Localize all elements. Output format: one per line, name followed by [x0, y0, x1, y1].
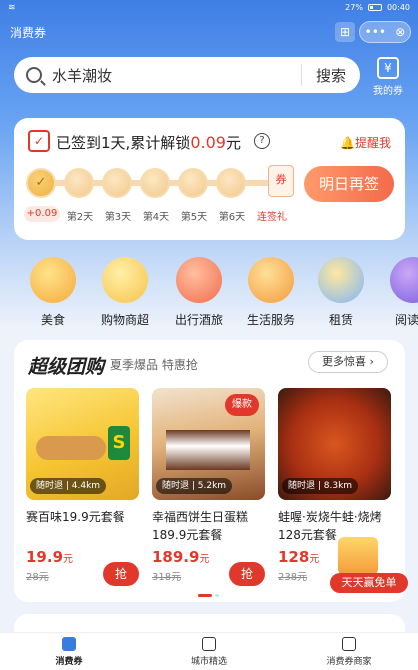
mini-program-capsule: ••• ⊗ [359, 21, 411, 43]
refund-distance-tag: 随时退 | 4.4km [30, 478, 107, 494]
cake-shape [166, 430, 250, 470]
tab-merchants[interactable]: 消费券商家 [304, 637, 394, 667]
day-3-coin [102, 168, 132, 198]
search-button[interactable]: 搜索 [302, 65, 360, 86]
battery-percent: 27% [345, 3, 363, 12]
streak-gift-icon: 券 [268, 165, 294, 197]
cup-logo: S [108, 426, 130, 460]
film-icon [390, 257, 418, 303]
noodle-bowl-icon [30, 257, 76, 303]
my-coupons-button[interactable]: ¥ 我的券 [364, 57, 412, 97]
coupon-tab-icon [62, 637, 76, 651]
tab-city-picks[interactable]: 城市精选 [164, 637, 254, 667]
grab-button[interactable]: 抢 [103, 562, 139, 586]
deal-name: 赛百味19.9元套餐 [26, 510, 125, 524]
group-buy-subtitle: 夏季爆品 特惠抢 [110, 358, 198, 372]
close-icon[interactable]: ⊗ [395, 25, 405, 39]
checkin-summary: 已签到1天,累计解锁0.09元 [56, 133, 241, 152]
group-buy-title: 超级团购 [28, 356, 105, 378]
bullfrog-dish-image: 随时退 | 8.3km [278, 388, 391, 500]
tab-coupons[interactable]: 消费券 [24, 637, 114, 667]
scan-icon[interactable]: ⊞ [335, 22, 355, 42]
category-food[interactable]: 美食 [18, 257, 88, 328]
search-input[interactable]: 水羊潮妆 [52, 65, 301, 86]
streak-gift-label: 连签礼 [257, 212, 287, 223]
category-reading[interactable]: 阅读娱 [378, 257, 418, 328]
grab-button[interactable]: 抢 [229, 562, 265, 586]
carousel-dots [198, 594, 219, 597]
search-bar[interactable]: 水羊潮妆 搜索 [14, 57, 360, 93]
day-label: 第3天 [104, 212, 132, 223]
more-icon[interactable]: ••• [365, 25, 386, 39]
day-4-coin [140, 168, 170, 198]
refund-distance-tag: 随时退 | 5.2km [156, 478, 233, 494]
battery-icon [367, 4, 382, 11]
today-reward: +0.09 [24, 206, 60, 222]
day-label: 第2天 [66, 212, 94, 223]
remind-me-button[interactable]: 🔔提醒我 [340, 134, 391, 151]
camera-icon [318, 257, 364, 303]
category-row: 美食 购物商超 出行酒旅 生活服务 租赁 阅读娱 [0, 257, 418, 332]
shopping-bag-icon [102, 257, 148, 303]
day-2-coin [64, 168, 94, 198]
day-5-coin [178, 168, 208, 198]
daily-free-order-label: 天天赢免单 [330, 573, 408, 593]
daily-free-order-button[interactable]: 天天赢免单 [330, 537, 408, 597]
car-icon [176, 257, 222, 303]
day-6-coin [216, 168, 246, 198]
app-title: 消费券 [10, 26, 47, 40]
day-1-coin [26, 168, 56, 198]
wifi-icon: ≋ [8, 3, 16, 13]
day-label: 第6天 [218, 212, 246, 223]
bottom-tab-bar: 消费券 城市精选 消费券商家 [0, 632, 418, 670]
my-coupons-label: 我的券 [373, 86, 403, 97]
checkin-tomorrow-button[interactable]: 明日再签 [304, 166, 394, 202]
gift-box-icon [338, 537, 378, 575]
deal-item[interactable]: 爆款 随时退 | 5.2km 幸福西饼生日蛋糕189.9元套餐 189.9元 3… [152, 388, 265, 586]
sandwich-image: S 随时退 | 4.4km [26, 388, 139, 500]
category-shopping[interactable]: 购物商超 [90, 257, 160, 328]
more-surprises-button[interactable]: 更多惊喜 › [308, 351, 388, 373]
checkin-card: ✓ 已签到1天,累计解锁0.09元 ? 🔔提醒我 券 +0.09 第2天 第3天… [14, 118, 405, 240]
sandwich-shape [36, 436, 106, 460]
day-label: 第4天 [142, 212, 170, 223]
house-icon [248, 257, 294, 303]
clock: 00:40 [386, 3, 410, 12]
category-rental[interactable]: 租赁 [306, 257, 376, 328]
deal-item[interactable]: S 随时退 | 4.4km 赛百味19.9元套餐 19.9元 28元 抢 [26, 388, 139, 586]
status-bar: ≋ 27% 00:40 [0, 0, 418, 16]
cake-image: 爆款 随时退 | 5.2km [152, 388, 265, 500]
refund-distance-tag: 随时退 | 8.3km [282, 478, 359, 494]
category-travel[interactable]: 出行酒旅 [164, 257, 234, 328]
deal-name: 幸福西饼生日蛋糕189.9元套餐 [152, 510, 249, 542]
store-icon [342, 637, 356, 651]
calendar-check-icon: ✓ [28, 130, 50, 152]
coupon-icon: ¥ [377, 57, 399, 79]
hot-badge: 爆款 [225, 394, 259, 416]
day-label: 第5天 [180, 212, 208, 223]
help-icon[interactable]: ? [254, 133, 270, 149]
search-icon [26, 67, 42, 83]
category-life-services[interactable]: 生活服务 [236, 257, 306, 328]
checkin-amount: 0.09 [190, 133, 226, 152]
building-icon [202, 637, 216, 651]
